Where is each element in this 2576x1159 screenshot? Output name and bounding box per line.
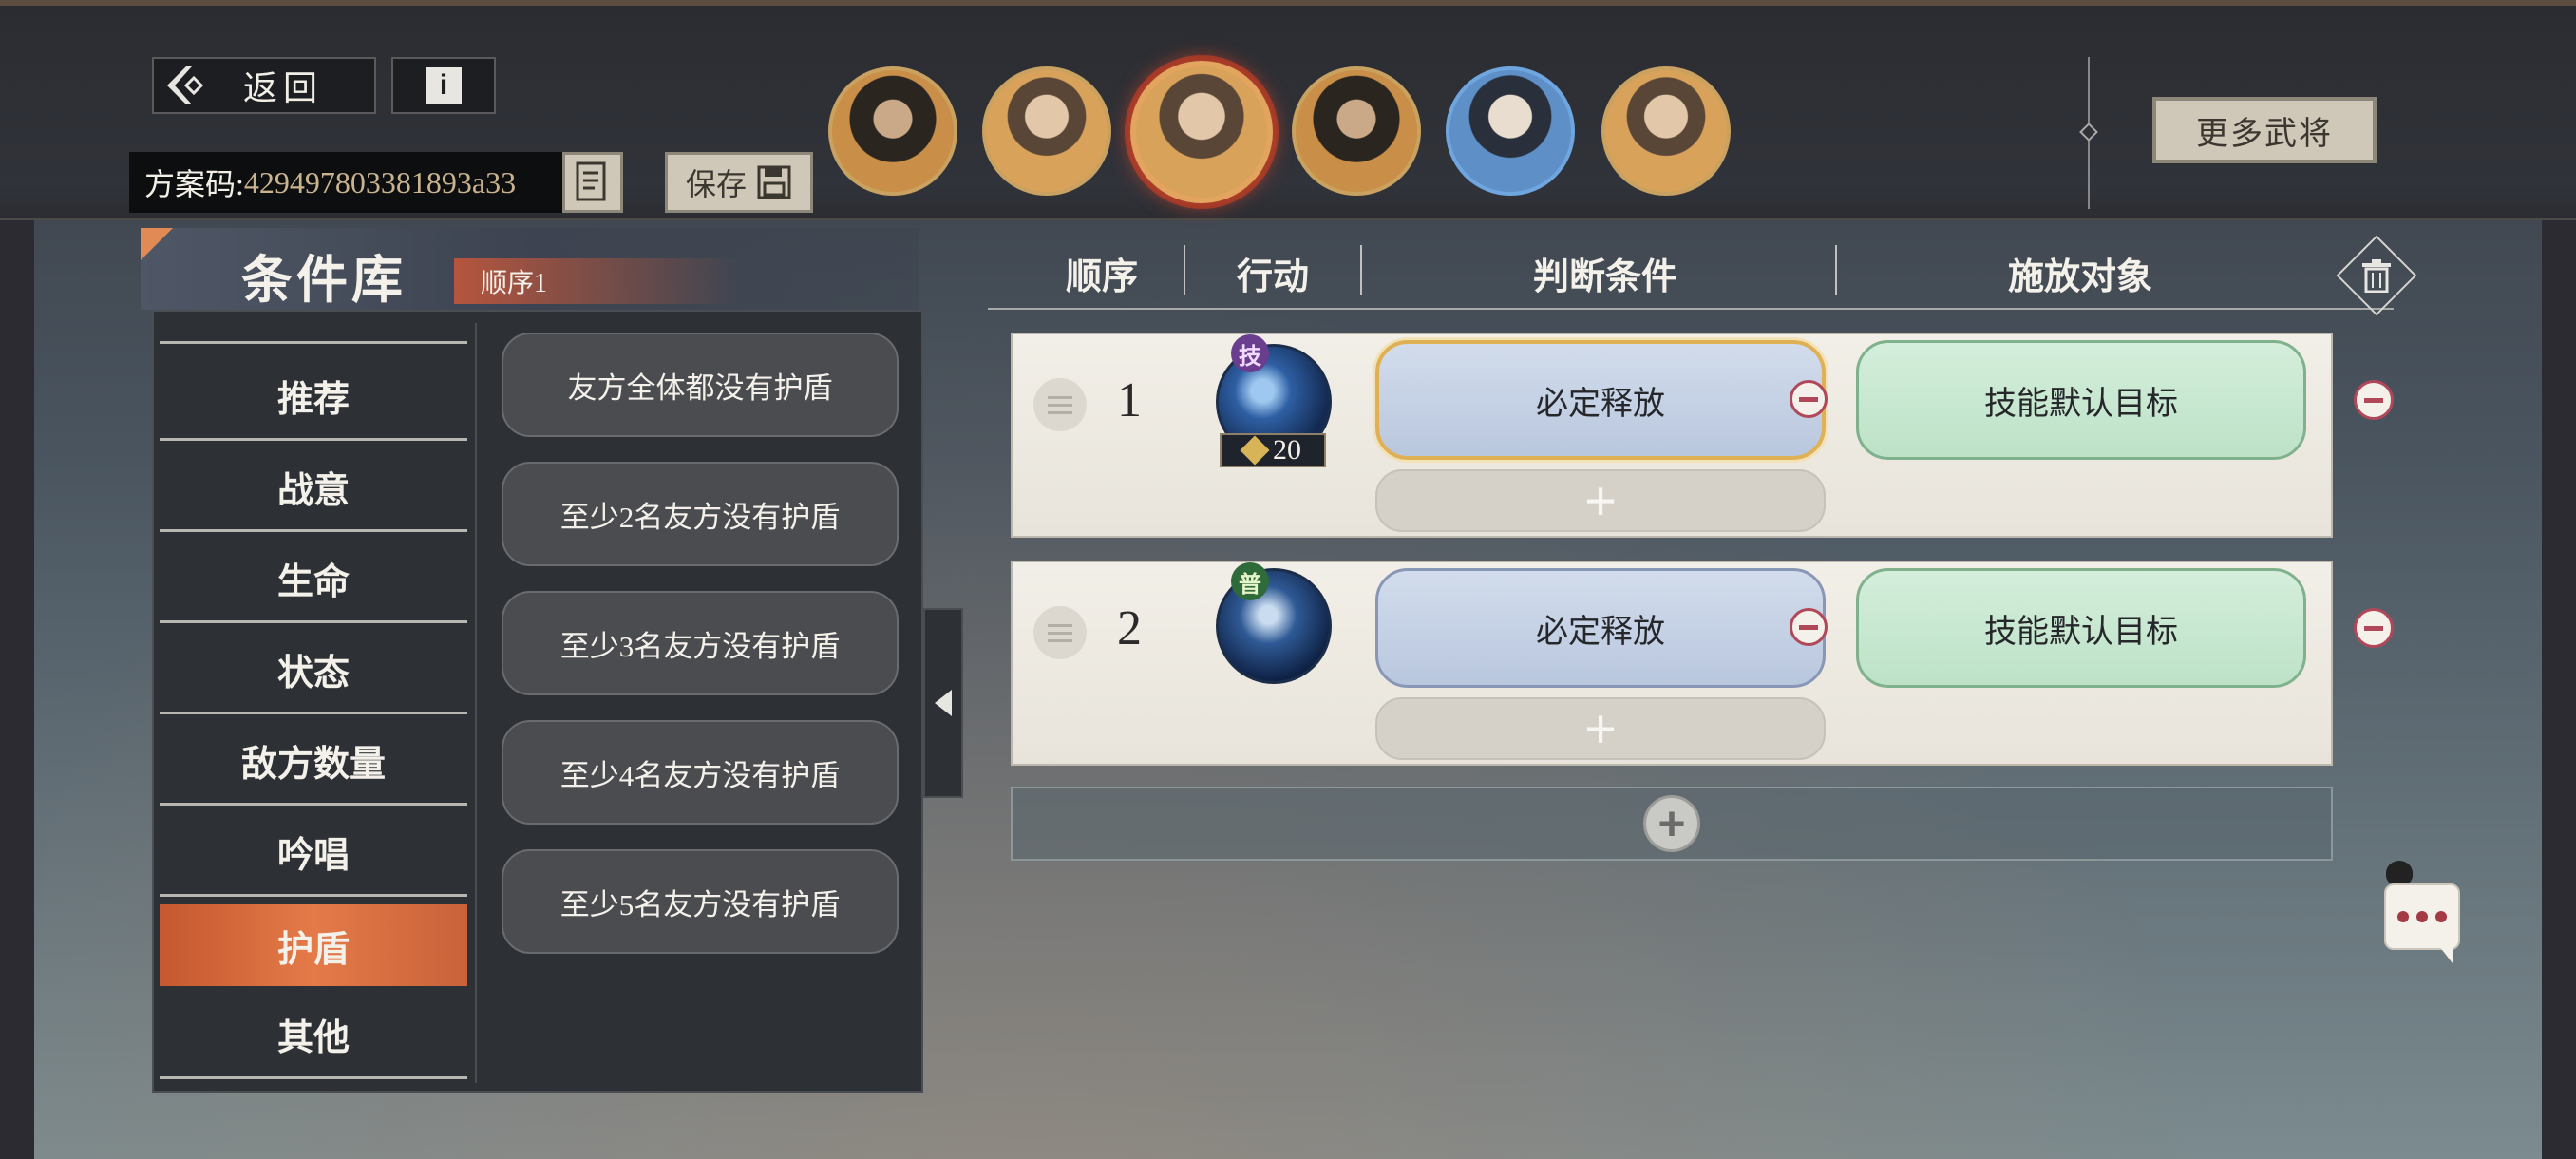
plus-icon: + [1643,795,1700,852]
condition-slot[interactable]: 必定释放 [1375,340,1826,460]
top-bar-trim [0,0,2576,6]
info-icon: i [426,67,462,104]
category-item-other[interactable]: 其他 [160,992,467,1079]
header-target: 施放对象 [2007,256,2152,297]
trash-icon [2362,259,2391,293]
category-item-fighting-spirit[interactable]: 战意 [160,445,467,532]
condition-option-2[interactable]: 至少2名友方没有护盾 [502,462,899,566]
header-order: 顺序 [1065,256,1138,297]
header-separator [1835,245,1837,294]
left-border [0,220,34,1159]
header-action: 行动 [1236,256,1309,297]
back-button[interactable]: 返回 [152,57,376,114]
remove-condition-button[interactable] [1790,608,1828,646]
delete-row-button[interactable] [2354,380,2394,420]
general-avatar-4[interactable] [1292,66,1421,196]
collapse-arrow-icon [935,690,952,716]
copy-code-icon [576,162,606,201]
more-generals-label: 更多武将 [2196,116,2333,152]
add-row-button[interactable]: + [1011,787,2333,861]
minus-circle-icon [2364,397,2383,403]
table-row-2: 2 普 必定释放 + 技能默认目标 [1011,560,2333,766]
general-avatar-5[interactable] [1446,66,1575,196]
copy-code-button[interactable] [562,152,623,213]
category-item-life[interactable]: 生命 [160,536,467,623]
library-column-divider [475,323,477,1083]
target-slot[interactable]: 技能默认目标 [1856,568,2306,688]
category-list[interactable]: 推荐 战意 生命 状态 敌方数量 吟唱 护盾 其他 [160,314,467,1089]
condition-slot-label: 必定释放 [1536,614,1665,650]
plan-code-value: 429497803381893a33 [243,164,517,200]
target-slot[interactable]: 技能默认目标 [1856,340,2306,460]
minus-circle-icon [1799,396,1818,402]
save-button[interactable]: 保存 [665,152,813,213]
general-avatar-2[interactable] [982,66,1111,196]
minus-circle-icon [1799,624,1818,630]
condition-slot-label: 必定释放 [1536,386,1665,422]
save-disk-icon [757,165,791,200]
chat-bubble-tail [2439,946,2453,963]
minus-circle-icon [2364,625,2383,631]
save-button-label: 保存 [685,167,747,201]
drag-handle-icon[interactable] [1033,606,1087,659]
category-item-enemy-count[interactable]: 敌方数量 [160,718,467,806]
condition-option-5[interactable]: 至少5名友方没有护盾 [502,849,899,954]
general-avatar-3-selected[interactable] [1130,61,1273,203]
general-avatar-1[interactable] [828,66,957,196]
remove-condition-button[interactable] [1790,380,1828,418]
skill-cost-value: 20 [1273,434,1301,466]
library-corner-accent [141,228,173,260]
chat-icon [2397,911,2409,922]
row-order-number: 1 [1117,373,1142,428]
condition-option-3[interactable]: 至少3名友方没有护盾 [502,591,899,695]
delete-row-button[interactable] [2354,608,2394,648]
row-order-number: 2 [1117,601,1142,656]
header-condition: 判断条件 [1532,256,1677,297]
back-arrow-icon [167,66,204,104]
collapse-library-tab[interactable] [923,608,963,798]
right-border [2542,220,2576,1159]
table-header: 顺序 行动 判断条件 施放对象 [988,239,2394,310]
target-slot-label: 技能默认目标 [1984,614,2178,650]
category-item-chant[interactable]: 吟唱 [160,809,467,897]
condition-slot[interactable]: 必定释放 [1375,568,1826,688]
plan-code-box: 方案码: 429497803381893a33 [129,152,562,213]
add-condition-button[interactable]: + [1375,697,1826,760]
more-generals-button[interactable]: 更多武将 [2152,97,2377,163]
skill-type-badge: 技 [1231,334,1269,372]
condition-option-1[interactable]: 友方全体都没有护盾 [502,332,899,437]
header-separator [1184,245,1185,294]
target-slot-label: 技能默认目标 [1984,386,2178,422]
header-separator [1360,245,1362,294]
skill-cost: 20 [1220,433,1326,467]
chat-mascot-icon [2386,861,2413,885]
table-row-1: 1 技 20 必定释放 + 技能默认目标 [1011,332,2333,538]
cost-icon [1240,435,1270,466]
chat-button[interactable] [2384,884,2460,950]
category-item-partial [160,314,467,344]
library-title: 条件库 [241,252,407,309]
back-button-label: 返回 [242,69,323,107]
info-button[interactable]: i [391,57,496,114]
drag-handle-icon[interactable] [1033,378,1087,431]
add-condition-button[interactable]: + [1375,469,1826,532]
plan-code-label: 方案码: [144,167,244,201]
skill-type-badge: 普 [1231,562,1269,600]
category-item-recommend[interactable]: 推荐 [160,353,467,441]
order-tag: 顺序1 [454,258,739,304]
category-item-status[interactable]: 状态 [160,627,467,714]
general-avatar-6[interactable] [1601,66,1731,196]
category-item-shield-active[interactable]: 护盾 [160,904,467,986]
condition-option-4[interactable]: 至少4名友方没有护盾 [502,720,899,825]
